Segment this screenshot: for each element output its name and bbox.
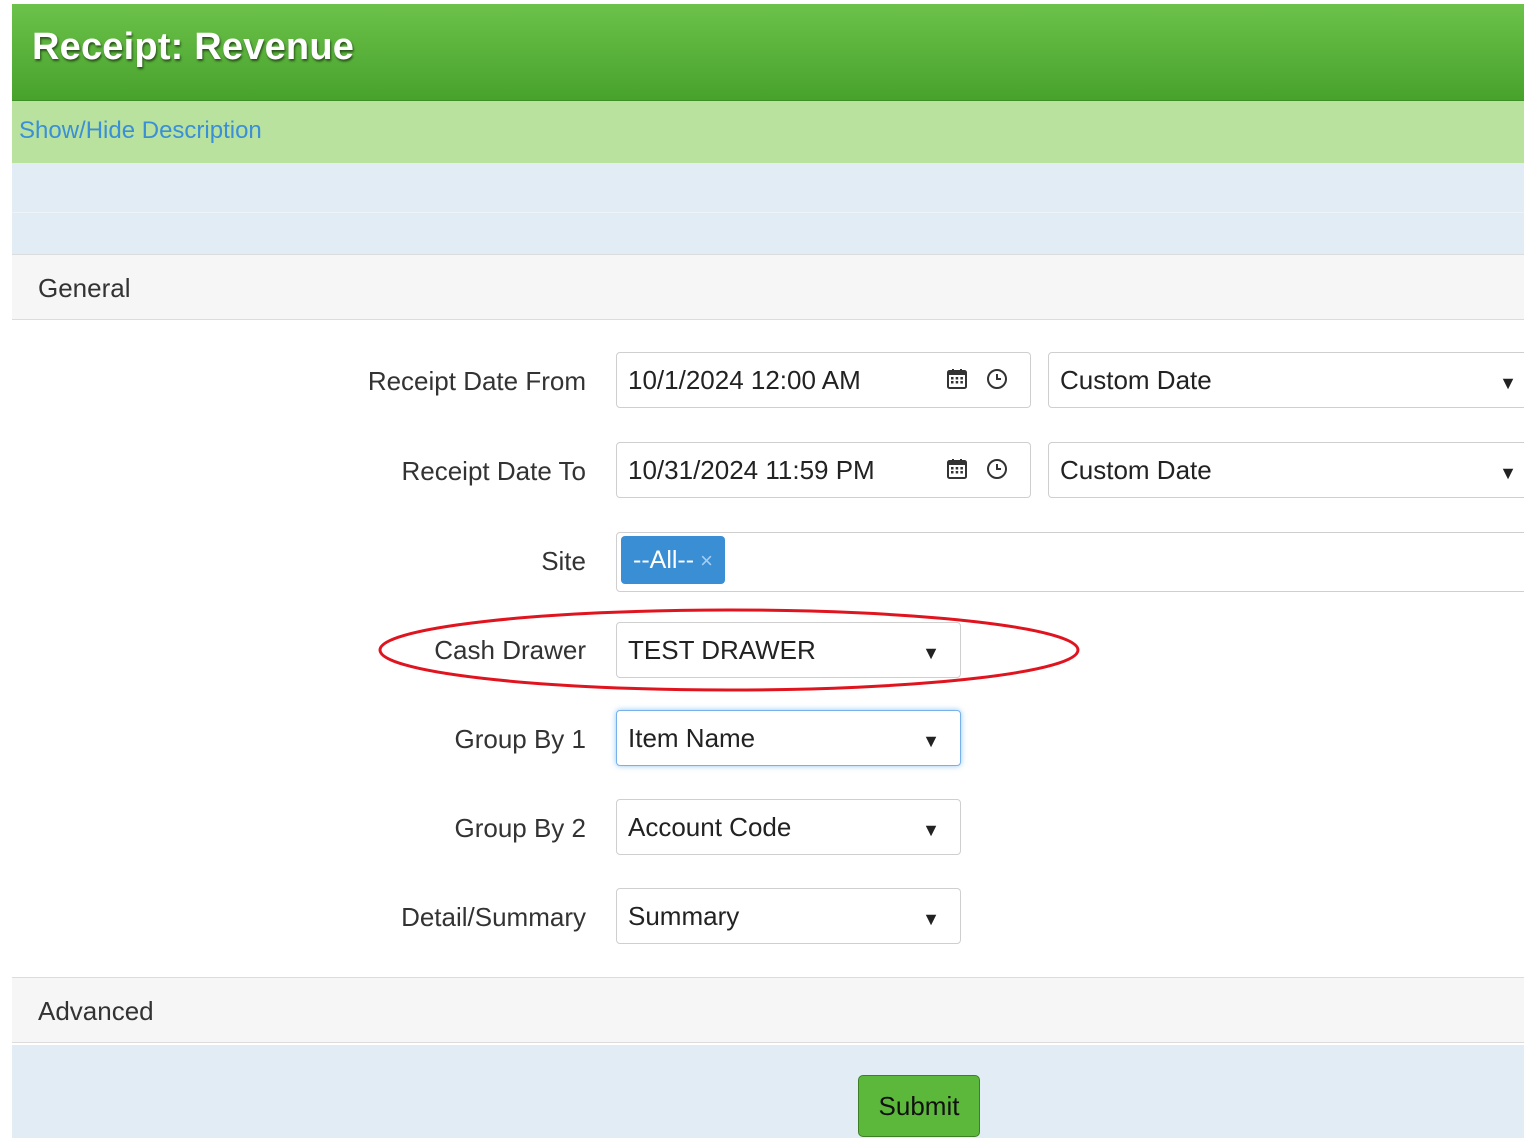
receipt-date-to-value: 10/31/2024 11:59 PM: [628, 455, 875, 485]
group-by-2-value: Account Code: [628, 812, 792, 842]
receipt-date-from-preset-select[interactable]: Custom Date ▼: [1048, 352, 1524, 408]
submit-button[interactable]: Submit: [858, 1075, 980, 1137]
section-general-label: General: [38, 273, 131, 303]
clock-icon[interactable]: [985, 457, 1009, 481]
calendar-icon[interactable]: [945, 457, 969, 481]
site-label: Site: [541, 546, 586, 576]
page-header: Receipt: Revenue: [12, 4, 1524, 101]
receipt-date-to-label: Receipt Date To: [401, 456, 586, 486]
receipt-date-from-value: 10/1/2024 12:00 AM: [628, 365, 861, 395]
receipt-date-to-picker: [925, 442, 1031, 498]
caret-down-icon: ▼: [922, 731, 940, 751]
detail-summary-label: Detail/Summary: [401, 902, 586, 932]
description-area: [12, 163, 1524, 254]
detail-summary-select[interactable]: Summary ▼: [616, 888, 961, 944]
caret-down-icon: ▼: [922, 909, 940, 929]
group-by-1-value: Item Name: [628, 723, 756, 753]
caret-down-icon: ▼: [922, 820, 940, 840]
caret-down-icon: ▼: [1499, 463, 1517, 483]
section-advanced-label: Advanced: [38, 996, 154, 1026]
tag-remove-icon[interactable]: ×: [700, 548, 713, 573]
receipt-date-to-preset-value: Custom Date: [1060, 455, 1212, 485]
section-general-header[interactable]: General: [12, 254, 1524, 320]
page-title: Receipt: Revenue: [32, 26, 355, 68]
site-tag-label: --All--: [633, 546, 695, 574]
receipt-date-from-input[interactable]: 10/1/2024 12:00 AM: [616, 352, 926, 408]
site-multiselect[interactable]: --All-- ×: [616, 532, 1524, 592]
clock-icon[interactable]: [985, 367, 1009, 391]
calendar-icon[interactable]: [945, 367, 969, 391]
group-by-2-label: Group By 2: [454, 813, 586, 843]
caret-down-icon: ▼: [922, 643, 940, 663]
detail-summary-value: Summary: [628, 901, 740, 931]
group-by-1-label: Group By 1: [454, 724, 586, 754]
cash-drawer-select[interactable]: TEST DRAWER ▼: [616, 622, 961, 678]
receipt-date-to-preset-select[interactable]: Custom Date ▼: [1048, 442, 1524, 498]
receipt-date-to-input[interactable]: 10/31/2024 11:59 PM: [616, 442, 926, 498]
cash-drawer-label: Cash Drawer: [434, 635, 586, 665]
group-by-1-select[interactable]: Item Name ▼: [616, 710, 961, 766]
description-bar: Show/Hide Description: [12, 101, 1524, 163]
receipt-date-from-preset-value: Custom Date: [1060, 365, 1212, 395]
section-advanced-header[interactable]: Advanced: [12, 977, 1524, 1043]
show-hide-description-link[interactable]: Show/Hide Description: [19, 117, 262, 145]
receipt-date-from-picker: [925, 352, 1031, 408]
site-tag: --All-- ×: [621, 536, 725, 584]
group-by-2-select[interactable]: Account Code ▼: [616, 799, 961, 855]
cash-drawer-value: TEST DRAWER: [628, 635, 816, 665]
receipt-date-from-label: Receipt Date From: [367, 366, 586, 396]
divider: [12, 212, 1524, 213]
form-footer: Submit: [12, 1045, 1524, 1138]
report-page: Receipt: Revenue Show/Hide Description G…: [12, 4, 1524, 1138]
caret-down-icon: ▼: [1499, 373, 1517, 393]
